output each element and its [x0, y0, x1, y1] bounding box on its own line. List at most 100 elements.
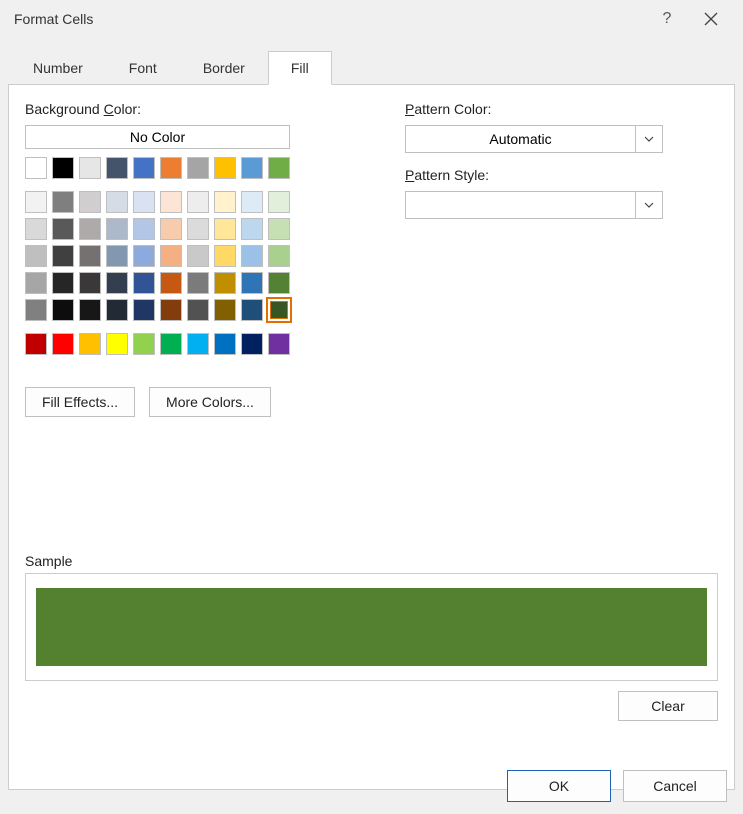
color-swatch[interactable] [187, 245, 209, 267]
tab-number[interactable]: Number [10, 51, 106, 85]
color-swatch[interactable] [268, 333, 290, 355]
color-swatch[interactable] [79, 157, 101, 179]
color-swatch[interactable] [106, 299, 128, 321]
color-swatch[interactable] [79, 272, 101, 294]
tab-font[interactable]: Font [106, 51, 180, 85]
color-swatch[interactable] [106, 272, 128, 294]
color-swatch[interactable] [160, 245, 182, 267]
pattern-section: Pattern Color: Automatic Pattern Style: [405, 101, 718, 417]
close-icon [704, 12, 718, 26]
color-swatch[interactable] [52, 157, 74, 179]
tab-border[interactable]: Border [180, 51, 268, 85]
color-swatch[interactable] [187, 218, 209, 240]
color-swatch[interactable] [106, 333, 128, 355]
color-swatch[interactable] [133, 272, 155, 294]
color-swatch[interactable] [268, 218, 290, 240]
color-swatch[interactable] [268, 157, 290, 179]
color-swatch[interactable] [79, 245, 101, 267]
pattern-color-dropdown-button[interactable] [635, 125, 663, 153]
color-swatch[interactable] [25, 218, 47, 240]
sample-box [25, 573, 718, 681]
color-swatch[interactable] [79, 191, 101, 213]
help-button[interactable]: ? [645, 10, 689, 28]
no-color-button[interactable]: No Color [25, 125, 290, 149]
color-swatch[interactable] [133, 245, 155, 267]
color-swatch[interactable] [241, 272, 263, 294]
color-swatch[interactable] [25, 333, 47, 355]
color-swatch[interactable] [79, 299, 101, 321]
color-swatch[interactable] [25, 191, 47, 213]
background-color-section: Background Color: No Color Fill Effects.… [25, 101, 345, 417]
color-swatch[interactable] [52, 272, 74, 294]
color-swatch[interactable] [160, 299, 182, 321]
color-swatch[interactable] [241, 191, 263, 213]
color-swatch[interactable] [214, 191, 236, 213]
sample-section: Sample [25, 553, 718, 681]
color-swatch[interactable] [52, 333, 74, 355]
color-swatch[interactable] [25, 299, 47, 321]
color-swatch[interactable] [133, 157, 155, 179]
chevron-down-icon [644, 134, 654, 144]
cancel-button[interactable]: Cancel [623, 770, 727, 802]
color-swatch[interactable] [241, 218, 263, 240]
color-swatch[interactable] [160, 218, 182, 240]
color-swatch[interactable] [241, 245, 263, 267]
color-swatch[interactable] [133, 191, 155, 213]
color-swatch[interactable] [133, 333, 155, 355]
color-swatch[interactable] [241, 299, 263, 321]
close-button[interactable] [689, 12, 733, 26]
ok-button[interactable]: OK [507, 770, 611, 802]
color-swatch[interactable] [52, 218, 74, 240]
color-swatch[interactable] [25, 245, 47, 267]
color-swatch[interactable] [133, 299, 155, 321]
tab-fill[interactable]: Fill [268, 51, 332, 85]
pattern-style-dropdown[interactable] [405, 191, 663, 219]
color-swatch[interactable] [52, 299, 74, 321]
pattern-color-dropdown[interactable]: Automatic [405, 125, 663, 153]
pattern-style-dropdown-button[interactable] [635, 191, 663, 219]
color-swatch[interactable] [187, 272, 209, 294]
color-swatch[interactable] [133, 218, 155, 240]
color-swatch[interactable] [187, 191, 209, 213]
color-swatch[interactable] [52, 245, 74, 267]
dialog-buttons: OK Cancel [507, 770, 727, 802]
color-swatch[interactable] [106, 157, 128, 179]
color-swatch[interactable] [241, 157, 263, 179]
theme-colors-grid [25, 191, 290, 321]
color-swatch[interactable] [214, 157, 236, 179]
more-colors-button[interactable]: More Colors... [149, 387, 271, 417]
color-swatch[interactable] [214, 299, 236, 321]
sample-preview [36, 588, 707, 666]
standard-colors-row [25, 333, 290, 355]
color-swatch[interactable] [79, 333, 101, 355]
color-swatch[interactable] [25, 272, 47, 294]
color-swatch[interactable] [160, 157, 182, 179]
color-swatch[interactable] [241, 333, 263, 355]
color-swatch[interactable] [214, 245, 236, 267]
color-swatch[interactable] [268, 245, 290, 267]
color-swatch[interactable] [25, 157, 47, 179]
background-color-label: Background Color: [25, 101, 345, 117]
color-swatch[interactable] [106, 218, 128, 240]
color-swatch[interactable] [187, 157, 209, 179]
color-swatch[interactable] [268, 191, 290, 213]
chevron-down-icon [644, 200, 654, 210]
color-swatch[interactable] [214, 218, 236, 240]
clear-button[interactable]: Clear [618, 691, 718, 721]
color-swatch[interactable] [160, 191, 182, 213]
color-swatch[interactable] [214, 333, 236, 355]
color-swatch[interactable] [160, 272, 182, 294]
color-swatch[interactable] [106, 245, 128, 267]
color-swatch[interactable] [79, 218, 101, 240]
color-swatch[interactable] [268, 272, 290, 294]
pattern-color-value: Automatic [405, 125, 635, 153]
color-swatch[interactable] [214, 272, 236, 294]
color-swatch[interactable] [268, 299, 290, 321]
color-swatch[interactable] [52, 191, 74, 213]
color-swatch[interactable] [187, 299, 209, 321]
color-swatch[interactable] [106, 191, 128, 213]
color-swatch[interactable] [187, 333, 209, 355]
fill-effects-button[interactable]: Fill Effects... [25, 387, 135, 417]
color-swatch[interactable] [160, 333, 182, 355]
pattern-style-label: Pattern Style: [405, 167, 718, 183]
